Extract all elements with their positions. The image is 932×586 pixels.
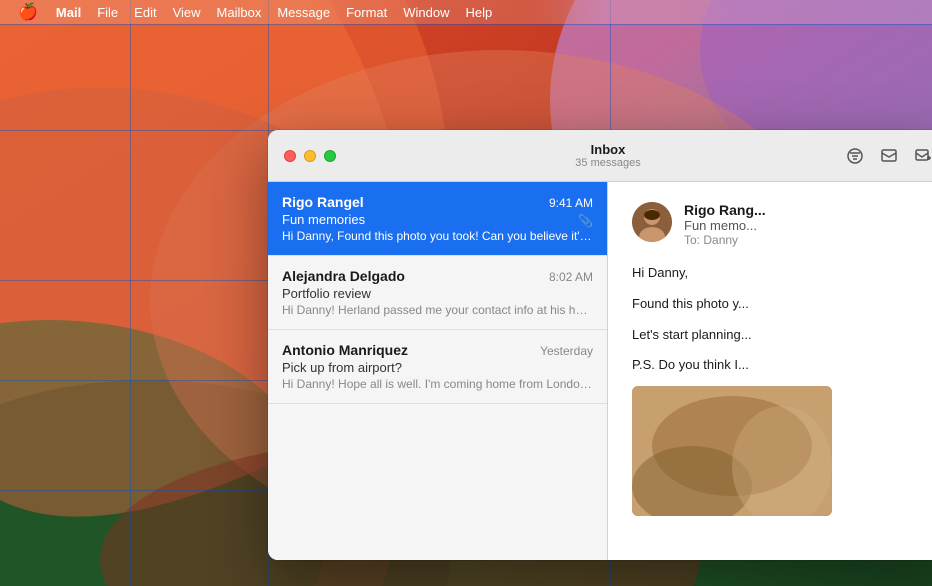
window-title: Inbox (575, 142, 640, 157)
attachment-icon: 📎 (578, 214, 593, 228)
window-titlebar: Inbox 35 messages (268, 130, 932, 182)
toolbar-icons (846, 147, 932, 165)
window-menu[interactable]: Window (395, 0, 457, 24)
message-time: 9:41 AM (549, 196, 593, 210)
message-time: 8:02 AM (549, 270, 593, 284)
apple-menu[interactable]: 🍎 (8, 0, 48, 24)
photo-attachment (632, 386, 832, 516)
message-preview: Hi Danny! Hope all is well. I'm coming h… (282, 377, 593, 391)
window-subtitle: 35 messages (575, 157, 640, 169)
message-item-header: Rigo Rangel 9:41 AM (282, 194, 593, 210)
menubar: 🍎 Mail File Edit View Mailbox Message Fo… (0, 0, 932, 24)
compose-icon[interactable] (880, 147, 898, 165)
traffic-lights (284, 150, 336, 162)
message-subject: Portfolio review (282, 286, 593, 301)
minimize-button[interactable] (304, 150, 316, 162)
reading-to: To: Danny (684, 233, 924, 247)
body-line-3: Let's start planning... (632, 325, 924, 346)
message-item-alejandra[interactable]: Alejandra Delgado 8:02 AM Portfolio revi… (268, 256, 607, 330)
window-content: Rigo Rangel 9:41 AM Fun memories Hi Dann… (268, 182, 932, 560)
message-sender: Rigo Rangel (282, 194, 364, 210)
message-sender: Alejandra Delgado (282, 268, 405, 284)
message-preview: Hi Danny, Found this photo you took! Can… (282, 229, 593, 243)
new-message-icon[interactable] (914, 147, 932, 165)
message-sender: Antonio Manriquez (282, 342, 408, 358)
avatar (632, 202, 672, 242)
close-button[interactable] (284, 150, 296, 162)
reading-pane: Rigo Rang... Fun memo... To: Danny Hi Da… (608, 182, 932, 560)
message-list[interactable]: Rigo Rangel 9:41 AM Fun memories Hi Dann… (268, 182, 608, 560)
file-menu[interactable]: File (89, 0, 126, 24)
mail-menu[interactable]: Mail (48, 0, 89, 24)
mailbox-menu[interactable]: Mailbox (209, 0, 270, 24)
message-item-rigo[interactable]: Rigo Rangel 9:41 AM Fun memories Hi Dann… (268, 182, 607, 256)
message-subject: Fun memories (282, 212, 593, 227)
message-preview: Hi Danny! Herland passed me your contact… (282, 303, 593, 317)
edit-menu[interactable]: Edit (126, 0, 164, 24)
reading-subject-line: Fun memo... (684, 218, 924, 233)
message-menu[interactable]: Message (269, 0, 338, 24)
filter-icon[interactable] (846, 147, 864, 165)
message-item-antonio[interactable]: Antonio Manriquez Yesterday Pick up from… (268, 330, 607, 404)
reading-header: Rigo Rang... Fun memo... To: Danny (632, 202, 924, 247)
message-item-header: Antonio Manriquez Yesterday (282, 342, 593, 358)
message-item-header: Alejandra Delgado 8:02 AM (282, 268, 593, 284)
reading-body: Hi Danny, Found this photo y... Let's st… (632, 263, 924, 516)
message-subject: Pick up from airport? (282, 360, 593, 375)
window-title-area: Inbox 35 messages (575, 142, 640, 169)
body-line-1: Hi Danny, (632, 263, 924, 284)
help-menu[interactable]: Help (458, 0, 501, 24)
body-line-2: Found this photo y... (632, 294, 924, 315)
view-menu[interactable]: View (165, 0, 209, 24)
reading-meta: Rigo Rang... Fun memo... To: Danny (684, 202, 924, 247)
message-time: Yesterday (540, 344, 593, 358)
maximize-button[interactable] (324, 150, 336, 162)
body-line-4: P.S. Do you think I... (632, 355, 924, 376)
reading-sender: Rigo Rang... (684, 202, 924, 218)
mail-window: Inbox 35 messages (268, 130, 932, 560)
format-menu[interactable]: Format (338, 0, 395, 24)
